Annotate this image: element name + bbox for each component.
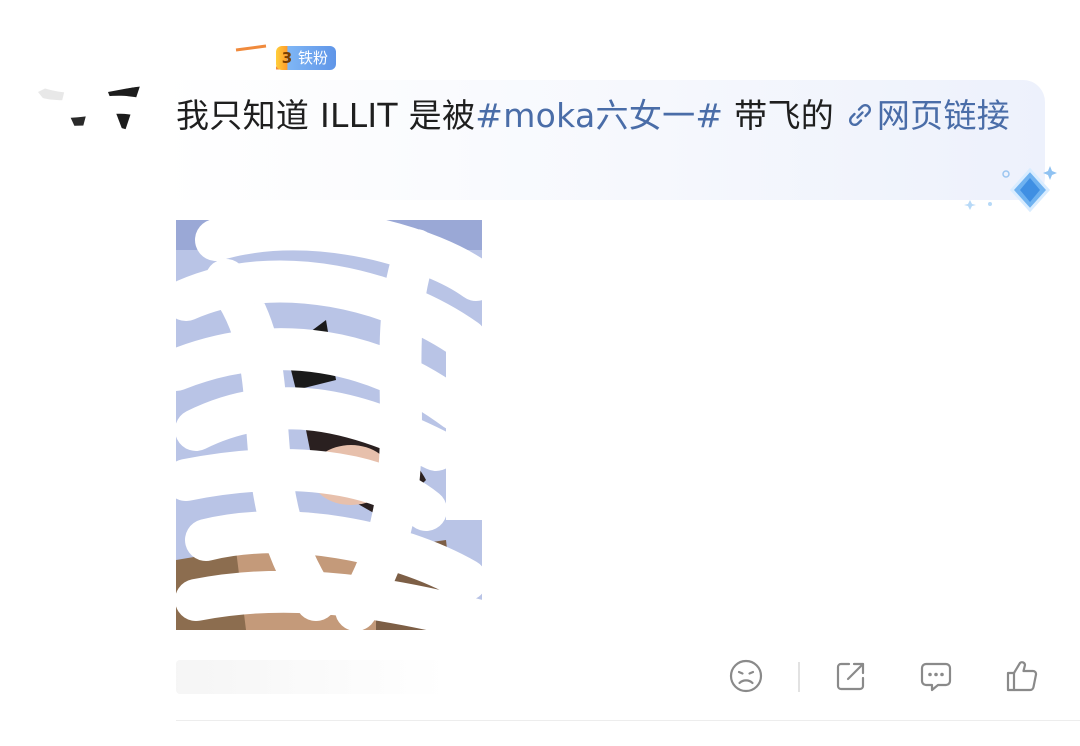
web-link-label: 网页链接 bbox=[876, 96, 1011, 135]
web-link[interactable]: 网页链接 bbox=[845, 96, 1010, 135]
attached-photo[interactable] bbox=[176, 220, 482, 630]
separator-line bbox=[176, 720, 1080, 721]
diamond-gem-icon bbox=[960, 160, 1060, 220]
avatar[interactable] bbox=[19, 63, 165, 159]
link-icon bbox=[845, 91, 875, 127]
fan-level-badge: 3 铁粉 bbox=[276, 46, 337, 70]
reaction-button[interactable] bbox=[724, 656, 768, 700]
topic-hashtag[interactable]: #moka六女一# bbox=[475, 96, 723, 135]
fan-level-number: 3 bbox=[281, 49, 293, 67]
comment-body-tail: 带飞的 bbox=[723, 96, 845, 135]
comment-button[interactable] bbox=[914, 656, 958, 700]
like-button[interactable] bbox=[1000, 656, 1044, 700]
action-divider bbox=[798, 662, 800, 692]
share-button[interactable] bbox=[829, 656, 873, 700]
action-bar bbox=[0, 656, 1080, 700]
comment-icon bbox=[917, 657, 955, 699]
fan-level-text: 铁粉 bbox=[298, 49, 329, 67]
thumbs-up-icon bbox=[1003, 657, 1041, 699]
sad-face-icon bbox=[727, 657, 765, 699]
share-icon bbox=[832, 657, 870, 699]
comment-body: 我只知道 ILLIT 是被 bbox=[176, 96, 476, 135]
comment-text: 我只知道 ILLIT 是被#moka六女一# 带飞的 网页链接 bbox=[176, 88, 1016, 143]
